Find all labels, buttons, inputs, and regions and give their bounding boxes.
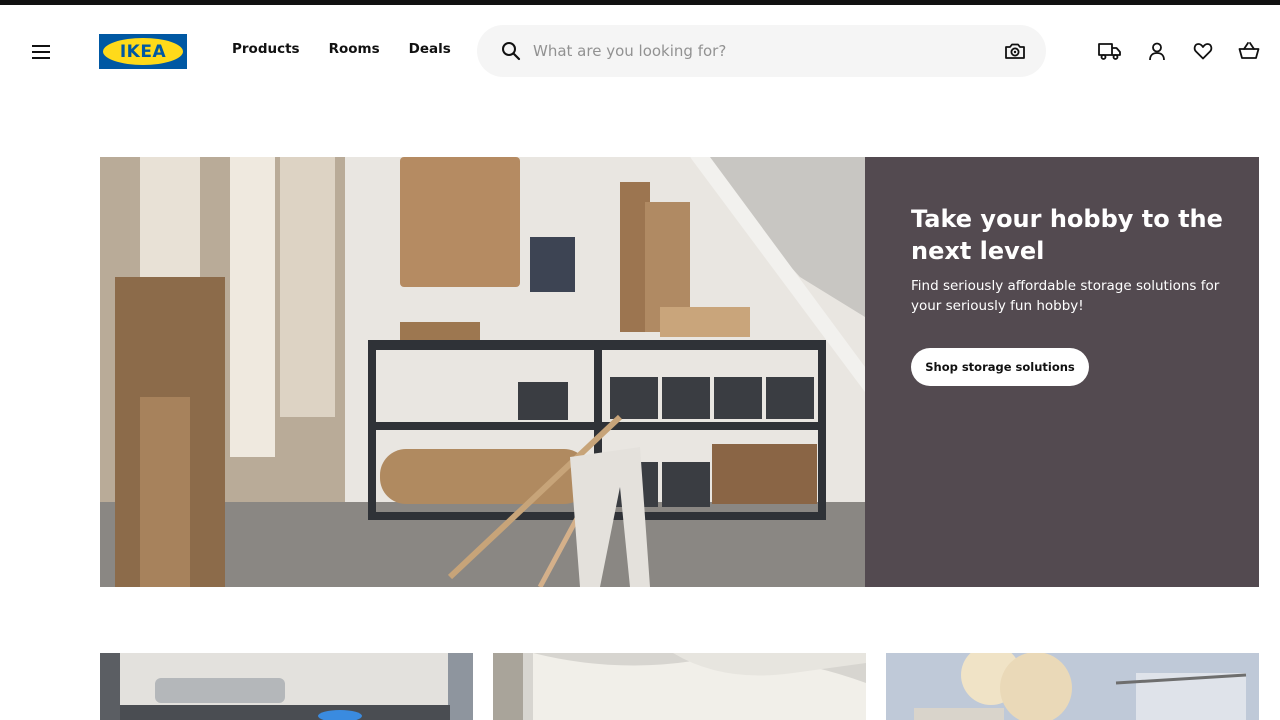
ikea-logo[interactable]: IKEA [99,34,187,69]
delivery-button[interactable] [1097,38,1123,64]
promo-card-storage[interactable] [100,653,473,720]
logo-text: IKEA [119,41,167,62]
nav-products[interactable]: Products [232,41,300,57]
nav-rooms[interactable]: Rooms [329,41,380,57]
hero-subtitle: Find seriously affordable storage soluti… [911,278,1220,314]
hero-banner: Take your hobby to the next level Find s… [100,157,1259,587]
account-button[interactable] [1144,38,1170,64]
promo-card-lighting[interactable] [886,653,1259,720]
shop-storage-button[interactable]: Shop storage solutions [911,348,1089,386]
search-icon[interactable] [499,39,523,63]
promo-cards [100,653,1259,720]
promo-card-bedroom[interactable] [493,653,866,720]
favourites-button[interactable] [1190,38,1216,64]
truck-icon [1098,43,1121,60]
hero-title: Take your hobby to the next level [911,205,1223,265]
logo-oval: IKEA [103,38,183,65]
main-nav: Products Rooms Deals [232,41,451,57]
site-header: IKEA Products Rooms Deals [0,5,1280,97]
hero-photo-workshop[interactable] [100,157,865,587]
search-input[interactable] [533,37,973,65]
card-photo-pendant-lamps [886,653,1259,720]
workshop-illustration [100,157,865,587]
camera-icon[interactable] [1003,39,1027,63]
user-icon [1149,42,1165,61]
card-photo-bedding [493,653,866,720]
nav-deals[interactable]: Deals [409,41,451,57]
search-bar [477,25,1046,77]
basket-icon [1238,42,1260,59]
cart-button[interactable] [1236,38,1262,64]
hero-text-panel: Take your hobby to the next level Find s… [865,157,1259,587]
card-photo-shelves [100,653,473,720]
heart-icon [1193,43,1213,60]
hamburger-menu-button[interactable] [26,37,56,67]
menu-icon [32,45,50,59]
